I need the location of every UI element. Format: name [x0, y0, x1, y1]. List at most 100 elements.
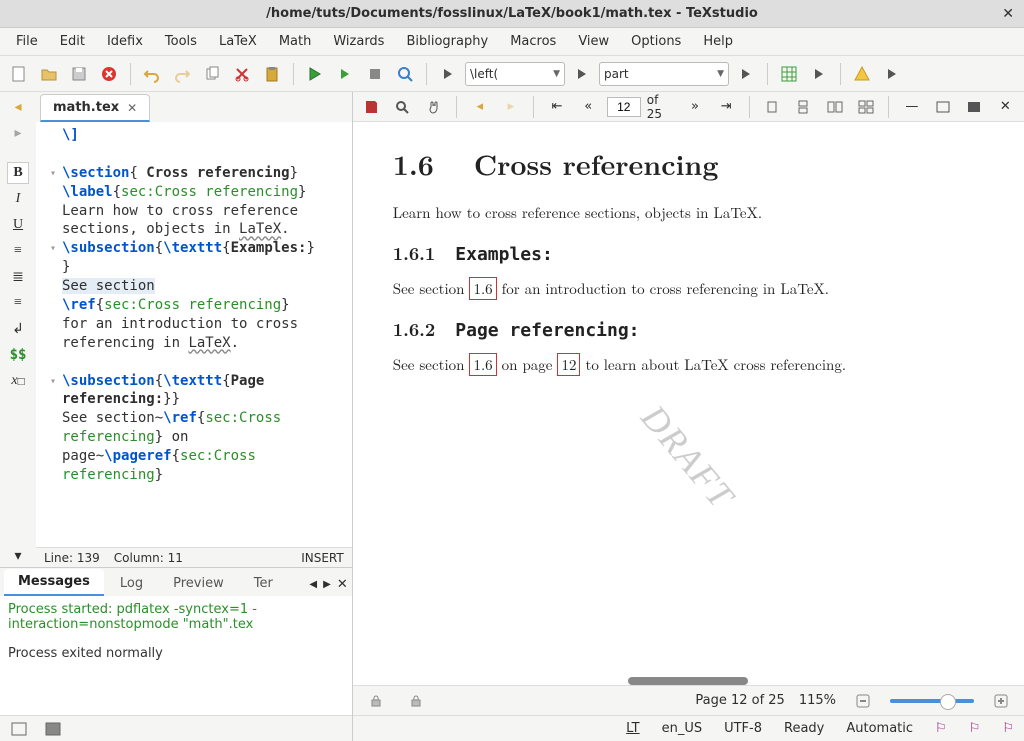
align-center-icon[interactable]: ≣	[7, 266, 29, 288]
code-line[interactable]: }	[62, 258, 352, 277]
pdf-zoomout-icon[interactable]	[850, 688, 876, 714]
pdf-link-1-6b[interactable]: 1.6	[469, 353, 496, 376]
part-combo[interactable]: part▼	[599, 62, 729, 86]
newline-icon[interactable]: ↲	[7, 318, 29, 340]
code-line[interactable]: \]	[62, 126, 352, 145]
tab-close-icon[interactable]: ✕	[127, 101, 137, 115]
code-line[interactable]: \ref{sec:Cross referencing}	[62, 296, 352, 315]
menu-file[interactable]: File	[6, 30, 48, 53]
menu-macros[interactable]: Macros	[500, 30, 566, 53]
code-line[interactable]: sections, objects in LaTeX.	[62, 220, 352, 239]
fold-toggle-icon[interactable]: ▾	[44, 372, 62, 391]
fold-toggle-icon[interactable]: ▾	[44, 239, 62, 258]
pdf-viewport[interactable]: 1.6Cross referencing Learn how to cross …	[353, 122, 1024, 685]
code-line[interactable]: \subsection{\texttt{Examples:}	[62, 239, 352, 258]
italic-icon[interactable]: I	[7, 188, 29, 210]
pdf-back-icon[interactable]: ◂	[467, 94, 492, 120]
code-line[interactable]: referencing:}}	[62, 390, 352, 409]
msg-nav-right-icon[interactable]: ▶	[323, 579, 331, 590]
menu-view[interactable]: View	[568, 30, 619, 53]
copy-icon[interactable]	[199, 61, 225, 87]
compile-icon[interactable]	[332, 61, 358, 87]
pdf-prev-icon[interactable]: «	[576, 94, 601, 120]
build-icon[interactable]	[302, 61, 328, 87]
code-line[interactable]: \section{ Cross referencing}	[62, 164, 352, 183]
pdf-dual-icon[interactable]	[822, 94, 847, 120]
window-close-icon[interactable]: ✕	[1002, 6, 1014, 22]
pdf-close-icon[interactable]: ✕	[993, 94, 1018, 120]
code-line[interactable]: for an introduction to cross	[62, 315, 352, 334]
code-line[interactable]	[62, 145, 352, 164]
chevron-down-icon[interactable]: ▾	[7, 545, 29, 567]
stop-icon[interactable]	[362, 61, 388, 87]
tab-math-tex[interactable]: math.tex ✕	[40, 94, 150, 122]
open-file-icon[interactable]	[36, 61, 62, 87]
underline-icon[interactable]: U	[7, 214, 29, 236]
left-bracket-combo[interactable]: \left(▼	[465, 62, 565, 86]
pdf-fwd-icon[interactable]: ▸	[498, 94, 523, 120]
pdf-zoom-slider[interactable]	[890, 699, 974, 703]
code-line[interactable]: \subsection{\texttt{Page	[62, 372, 352, 391]
pdf-page-input[interactable]	[607, 97, 641, 117]
status-enc[interactable]: UTF-8	[724, 721, 762, 736]
msg-nav-left-icon[interactable]: ◀	[309, 579, 317, 590]
mathmode-icon[interactable]: $$	[7, 344, 29, 366]
pdf-window-icon[interactable]	[930, 94, 955, 120]
status-lt[interactable]: LT	[626, 721, 639, 736]
align-right-icon[interactable]: ≡	[7, 292, 29, 314]
pdf-scrollbar[interactable]	[628, 677, 748, 685]
menu-math[interactable]: Math	[269, 30, 322, 53]
msgtab-terminal[interactable]: Ter	[240, 571, 287, 596]
fold-toggle-icon[interactable]: ▾	[44, 164, 62, 183]
code-editor[interactable]: \] ▾\section{ Cross referencing}\label{s…	[36, 122, 352, 547]
pdf-search-icon[interactable]	[390, 94, 415, 120]
pdf-book-icon[interactable]	[359, 94, 384, 120]
bookmark1-icon[interactable]: ⚐	[935, 721, 947, 736]
code-line[interactable]: \label{sec:Cross referencing}	[62, 183, 352, 202]
msg-close-icon[interactable]: ✕	[337, 577, 348, 592]
menu-options[interactable]: Options	[621, 30, 691, 53]
code-line[interactable]	[62, 353, 352, 372]
play-small3-icon[interactable]	[733, 61, 759, 87]
subscript-icon[interactable]: x□	[7, 370, 29, 392]
pdf-lock1-icon[interactable]	[363, 688, 389, 714]
layout1-icon[interactable]	[6, 716, 32, 741]
menu-edit[interactable]: Edit	[50, 30, 95, 53]
menu-idefix[interactable]: Idefix	[97, 30, 153, 53]
bold-icon[interactable]: B	[7, 162, 29, 184]
menu-wizards[interactable]: Wizards	[323, 30, 394, 53]
undo-icon[interactable]	[139, 61, 165, 87]
msgtab-messages[interactable]: Messages	[4, 569, 104, 596]
play-small2-icon[interactable]	[569, 61, 595, 87]
status-mode[interactable]: Automatic	[846, 721, 913, 736]
bookmark2-icon[interactable]: ⚐	[969, 721, 981, 736]
play-small4-icon[interactable]	[806, 61, 832, 87]
menu-tools[interactable]: Tools	[155, 30, 207, 53]
pdf-enlarge-icon[interactable]	[962, 94, 987, 120]
status-lang[interactable]: en_US	[662, 721, 703, 736]
code-line[interactable]: referencing in LaTeX.	[62, 334, 352, 353]
warning-icon[interactable]	[849, 61, 875, 87]
pdf-link-page12[interactable]: 12	[557, 353, 580, 376]
menu-help[interactable]: Help	[693, 30, 743, 53]
close-doc-icon[interactable]	[96, 61, 122, 87]
play-small-icon[interactable]	[435, 61, 461, 87]
redo-icon[interactable]	[169, 61, 195, 87]
code-line[interactable]: referencing}	[62, 466, 352, 485]
new-file-icon[interactable]	[6, 61, 32, 87]
msgtab-log[interactable]: Log	[106, 571, 157, 596]
code-line[interactable]: referencing} on	[62, 428, 352, 447]
save-icon[interactable]	[66, 61, 92, 87]
nav-left-icon[interactable]: ◂	[7, 96, 29, 118]
pdf-zoomin-icon[interactable]	[988, 688, 1014, 714]
play-small5-icon[interactable]	[879, 61, 905, 87]
table-icon[interactable]	[776, 61, 802, 87]
pdf-first-icon[interactable]: ⇤	[544, 94, 569, 120]
pdf-lock2-icon[interactable]	[403, 688, 429, 714]
pdf-cont-icon[interactable]	[791, 94, 816, 120]
msgtab-preview[interactable]: Preview	[159, 571, 238, 596]
pdf-link-1-6a[interactable]: 1.6	[469, 277, 496, 300]
view-pdf-icon[interactable]	[392, 61, 418, 87]
menu-latex[interactable]: LaTeX	[209, 30, 267, 53]
pdf-single-icon[interactable]	[760, 94, 785, 120]
